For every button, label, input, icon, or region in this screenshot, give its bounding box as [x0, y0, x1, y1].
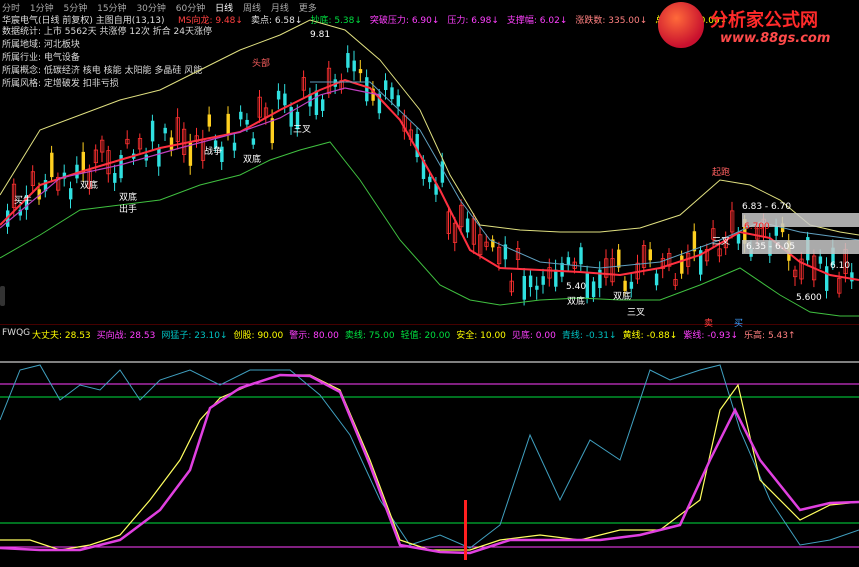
candle-body: [560, 262, 564, 277]
signal-tag-triple-2: 三叉: [627, 308, 646, 318]
candle-body: [535, 285, 539, 290]
indicator-name: FWQG: [2, 328, 31, 338]
oscillator-chart[interactable]: [0, 340, 859, 567]
candle-body: [384, 80, 388, 91]
cyan-oscillator-line: [0, 364, 859, 549]
signal-tag-head: 头部: [252, 59, 271, 69]
price-value-label-2: 5.600: [796, 293, 822, 303]
candle-body: [522, 276, 526, 300]
candle-body: [69, 188, 73, 200]
candle-body: [226, 113, 230, 135]
candle-body: [113, 173, 117, 183]
candle-body: [736, 233, 741, 244]
high-price-label: 9.81: [310, 30, 331, 40]
candle-body: [528, 275, 533, 288]
magenta-oscillator-line: [0, 373, 859, 555]
candle-body: [585, 273, 589, 299]
signal-tag-double-bottom-5: 双底: [613, 292, 632, 302]
candle-body: [825, 266, 829, 291]
candle-body: [818, 256, 823, 264]
signal-tag-war: 战争: [204, 147, 223, 157]
candle-body: [283, 93, 287, 106]
signal-tag-act: 出手: [119, 205, 138, 215]
candle-body: [850, 272, 854, 282]
candle-body: [150, 120, 155, 142]
candle-body: [465, 218, 470, 233]
candle-body: [617, 249, 621, 268]
candle-body: [692, 231, 697, 252]
candle-body: [541, 276, 545, 285]
candle-body: [648, 249, 652, 261]
candle-body: [251, 138, 256, 145]
candle-body: [358, 69, 363, 74]
candle-body: [270, 118, 274, 144]
candlestick-chart[interactable]: [0, 0, 859, 325]
price-zone-label-2: 6.700: [744, 222, 770, 232]
yellow-oscillator-line: [0, 374, 859, 551]
signal-tag-triple-3: 三叉: [712, 237, 731, 247]
candle-body: [157, 148, 161, 167]
candle-body: [163, 127, 167, 134]
candle-body: [654, 273, 659, 286]
signal-tag-double-bottom-4: 双底: [567, 297, 586, 307]
candle-body: [50, 152, 54, 178]
candle-body: [169, 137, 174, 150]
candle-body: [352, 60, 356, 72]
buy-signal-bar: [464, 500, 467, 560]
candle-body: [579, 247, 583, 265]
candle-body: [245, 119, 249, 125]
candle-body: [591, 281, 596, 298]
candle-body: [232, 142, 237, 151]
signal-tag-double-bottom-1: 双底: [243, 155, 262, 165]
candle-body: [314, 90, 319, 115]
signal-tag-triple-1: 三叉: [293, 125, 312, 135]
candle-body: [428, 176, 432, 183]
candle-body: [554, 269, 558, 287]
candle-body: [390, 87, 394, 100]
candle-body: [321, 99, 325, 111]
candle-body: [346, 53, 350, 68]
candle-body: [365, 77, 369, 102]
price-zone-label-1: 6.83 - 6.70: [742, 202, 792, 212]
price-zone-label-3: 6.35 - 6.05: [746, 242, 796, 252]
candle-body: [276, 90, 281, 100]
price-value-label-1: 6.10: [830, 261, 851, 271]
candle-body: [566, 257, 571, 265]
signal-tag-start: 起跑: [712, 168, 731, 178]
low-price-label: 5.40: [566, 282, 587, 292]
candle-body: [774, 226, 778, 236]
candle-body: [629, 281, 634, 289]
candle-body: [207, 114, 211, 127]
signal-tag-double-bottom-2: 双底: [80, 181, 99, 191]
chart-scroll-handle[interactable]: [0, 286, 5, 306]
candle-body: [239, 111, 243, 120]
candle-body: [680, 255, 684, 274]
candle-body: [396, 95, 400, 107]
signal-tag-buy: 买牛: [14, 196, 33, 206]
